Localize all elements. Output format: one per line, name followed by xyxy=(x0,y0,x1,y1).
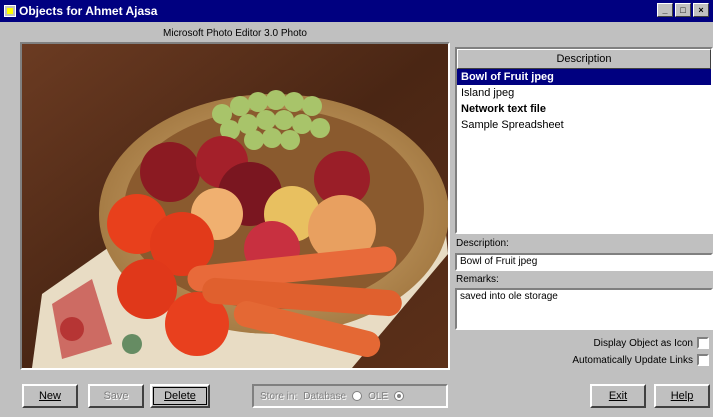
ole-radio[interactable] xyxy=(394,391,405,401)
display-as-icon-checkbox[interactable] xyxy=(697,337,709,349)
objects-list[interactable]: Description Bowl of Fruit jpeg Island jp… xyxy=(455,47,713,234)
delete-button-label: Delete xyxy=(164,390,196,402)
title-bar[interactable]: Objects for Ahmet Ajasa _ □ × xyxy=(0,0,713,22)
minimize-icon[interactable]: _ xyxy=(657,3,673,17)
save-button-label: Save xyxy=(103,390,129,402)
fruit-bowl-image xyxy=(22,44,448,368)
maximize-icon[interactable]: □ xyxy=(675,3,691,17)
exit-button-label: Exit xyxy=(608,390,628,402)
list-header-description[interactable]: Description xyxy=(457,49,711,69)
list-item[interactable]: Network text file xyxy=(457,101,711,117)
save-button[interactable]: Save xyxy=(88,384,144,408)
window-controls: _ □ × xyxy=(657,3,709,17)
delete-button[interactable]: Delete xyxy=(150,384,210,408)
close-icon[interactable]: × xyxy=(693,3,709,17)
database-label: Database xyxy=(303,390,347,402)
remarks-label: Remarks: xyxy=(456,274,499,285)
new-button-label: New xyxy=(38,390,61,402)
exit-button[interactable]: Exit xyxy=(590,384,646,408)
auto-update-links-option[interactable]: Automatically Update Links xyxy=(572,354,709,366)
photo-caption: Microsoft Photo Editor 3.0 Photo xyxy=(163,28,307,39)
help-button-label: Help xyxy=(670,390,694,402)
list-item[interactable]: Bowl of Fruit jpeg xyxy=(457,69,711,85)
display-as-icon-option[interactable]: Display Object as Icon xyxy=(593,337,709,349)
remarks-field[interactable]: saved into ole storage xyxy=(455,288,713,330)
ole-object-photo[interactable] xyxy=(20,42,450,370)
list-item[interactable]: Sample Spreadsheet xyxy=(457,117,711,133)
window-title: Objects for Ahmet Ajasa xyxy=(19,4,158,18)
ole-label: OLE xyxy=(368,390,389,402)
auto-update-links-checkbox[interactable] xyxy=(697,354,709,366)
description-label: Description: xyxy=(456,238,509,249)
list-item[interactable]: Island jpeg xyxy=(457,85,711,101)
database-radio[interactable] xyxy=(352,391,363,401)
display-as-icon-label: Display Object as Icon xyxy=(593,337,694,349)
new-button[interactable]: New xyxy=(22,384,78,408)
auto-update-links-label: Automatically Update Links xyxy=(572,354,693,366)
help-button[interactable]: Help xyxy=(654,384,710,408)
description-field[interactable]: Bowl of Fruit jpeg xyxy=(455,253,713,271)
store-in-label: Store in: xyxy=(260,390,298,402)
app-icon[interactable] xyxy=(4,5,16,17)
store-in-group: Store in: Database OLE xyxy=(252,384,448,408)
